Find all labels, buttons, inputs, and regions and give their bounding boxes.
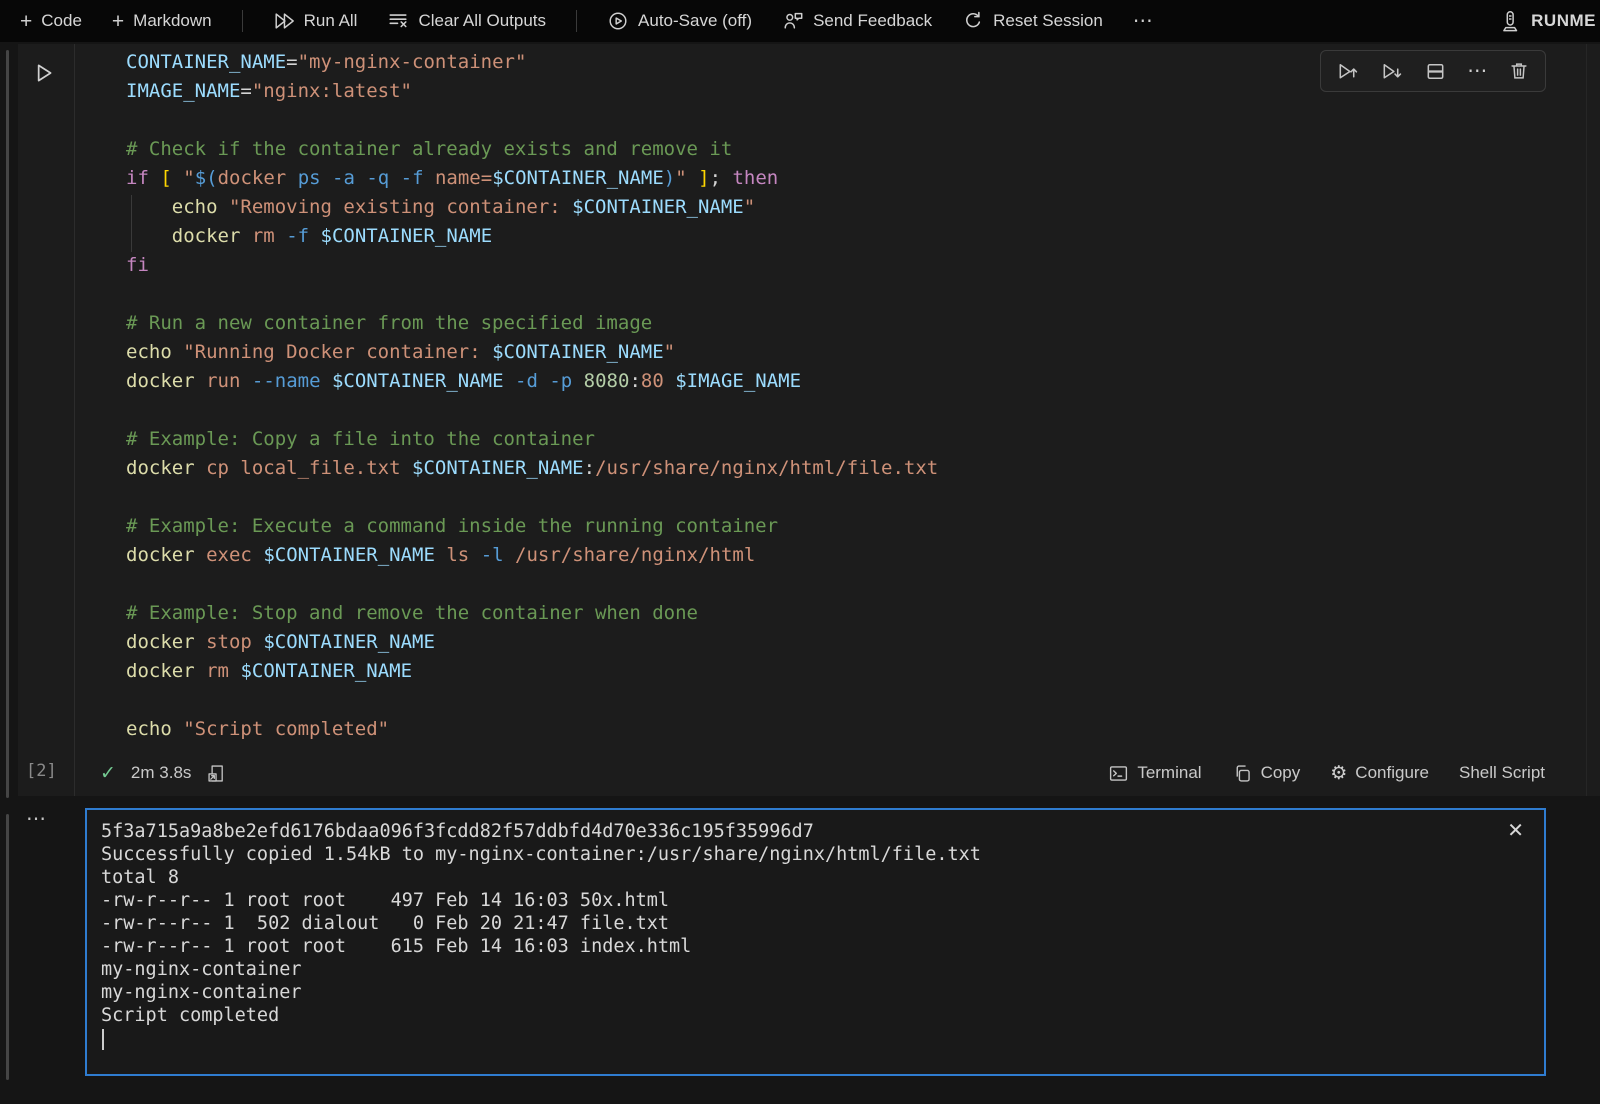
add-markdown-label: Markdown bbox=[133, 11, 211, 31]
plus-icon: + bbox=[112, 11, 124, 32]
split-cell-icon bbox=[1424, 60, 1447, 83]
copy-label: Copy bbox=[1261, 763, 1301, 783]
split-cell-button[interactable] bbox=[1424, 60, 1447, 83]
copy-icon bbox=[1232, 763, 1253, 784]
trash-icon bbox=[1508, 60, 1530, 82]
run-all-button[interactable]: Run All bbox=[273, 10, 358, 32]
reset-session-label: Reset Session bbox=[993, 11, 1103, 31]
configure-label: Configure bbox=[1355, 763, 1429, 783]
output-focus-indicator bbox=[6, 814, 9, 1080]
gear-icon: ⚙ bbox=[1330, 764, 1347, 783]
execute-above-icon bbox=[1336, 60, 1359, 83]
terminal-icon bbox=[1108, 763, 1129, 784]
add-code-cell-button[interactable]: + Code bbox=[20, 11, 82, 32]
add-markdown-cell-button[interactable]: + Markdown bbox=[112, 11, 212, 32]
runme-logo-icon bbox=[1498, 9, 1522, 33]
indent-guide bbox=[131, 195, 132, 252]
auto-save-toggle[interactable]: Auto-Save (off) bbox=[607, 10, 752, 32]
code-editor[interactable]: CONTAINER_NAME="my-nginx-container"IMAGE… bbox=[126, 48, 938, 744]
terminal-button[interactable]: Terminal bbox=[1108, 763, 1201, 784]
configure-button[interactable]: ⚙ Configure bbox=[1330, 763, 1429, 783]
feedback-icon bbox=[782, 10, 804, 32]
send-feedback-label: Send Feedback bbox=[813, 11, 932, 31]
cell-focus-indicator bbox=[6, 50, 9, 798]
cell-action-toolbar: ⋯ bbox=[1320, 50, 1546, 92]
run-all-label: Run All bbox=[304, 11, 358, 31]
language-label: Shell Script bbox=[1459, 763, 1545, 783]
copy-button[interactable]: Copy bbox=[1232, 763, 1301, 784]
cell-more-actions-button[interactable]: ⋯ bbox=[1467, 61, 1487, 81]
toolbar-separator bbox=[576, 10, 577, 32]
runme-brand[interactable]: RUNME bbox=[1498, 9, 1596, 33]
play-icon bbox=[30, 60, 56, 86]
export-output-icon[interactable] bbox=[206, 763, 227, 784]
terminal-cursor bbox=[102, 1029, 104, 1050]
execute-below-button[interactable] bbox=[1380, 60, 1403, 83]
output-more-button[interactable]: ⋯ bbox=[26, 806, 47, 831]
language-picker[interactable]: Shell Script bbox=[1459, 763, 1545, 783]
toolbar-more-button[interactable]: ⋯ bbox=[1133, 11, 1153, 31]
run-all-icon bbox=[273, 10, 295, 32]
terminal-label: Terminal bbox=[1137, 763, 1201, 783]
notebook-toolbar: + Code + Markdown Run All Clear All Outp… bbox=[0, 0, 1600, 42]
execution-count: [2] bbox=[26, 761, 57, 781]
clear-all-outputs-button[interactable]: Clear All Outputs bbox=[387, 10, 546, 32]
success-check-icon: ✓ bbox=[100, 762, 116, 785]
auto-save-label: Auto-Save (off) bbox=[638, 11, 752, 31]
run-cell-button[interactable] bbox=[28, 58, 58, 88]
gutter-divider bbox=[74, 44, 75, 796]
execute-below-icon bbox=[1380, 60, 1403, 83]
cell-status-bar: ✓ 2m 3.8s Terminal Copy ⚙ Configure S bbox=[86, 752, 1545, 794]
editor-scrollbar[interactable] bbox=[1586, 44, 1587, 796]
runme-brand-label: RUNME bbox=[1531, 11, 1596, 31]
autosave-icon bbox=[607, 10, 629, 32]
reset-icon bbox=[962, 10, 984, 32]
execute-above-button[interactable] bbox=[1336, 60, 1359, 83]
delete-cell-button[interactable] bbox=[1508, 60, 1530, 82]
send-feedback-button[interactable]: Send Feedback bbox=[782, 10, 932, 32]
add-code-label: Code bbox=[41, 11, 82, 31]
toolbar-separator bbox=[242, 10, 243, 32]
execution-duration: 2m 3.8s bbox=[131, 763, 191, 783]
more-icon: ⋯ bbox=[1133, 11, 1153, 31]
output-panel: 5f3a715a9a8be2efd6176bdaa096f3fcdd82f57d… bbox=[85, 808, 1546, 1076]
clear-outputs-label: Clear All Outputs bbox=[418, 11, 546, 31]
output-text: 5f3a715a9a8be2efd6176bdaa096f3fcdd82f57d… bbox=[101, 820, 981, 1027]
close-output-icon[interactable]: ✕ bbox=[1507, 818, 1524, 843]
reset-session-button[interactable]: Reset Session bbox=[962, 10, 1103, 32]
plus-icon: + bbox=[20, 11, 32, 32]
clear-outputs-icon bbox=[387, 10, 409, 32]
